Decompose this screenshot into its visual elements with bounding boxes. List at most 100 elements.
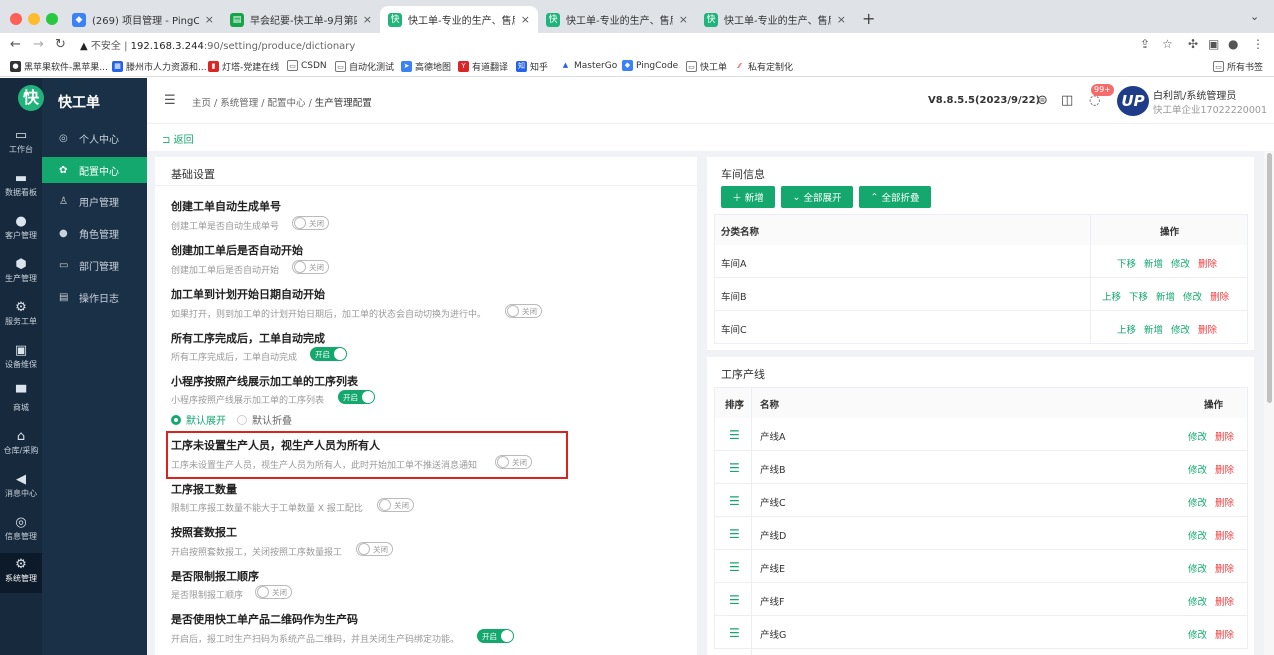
bookmark[interactable]: ▭ 自动化测试: [335, 60, 394, 73]
close-tab-icon[interactable]: ×: [521, 13, 530, 26]
delete-link[interactable]: 删除: [1210, 292, 1229, 303]
extensions-icon[interactable]: ✣: [1188, 37, 1198, 51]
nav-service-orders[interactable]: ⚙ 服务工单: [0, 300, 42, 327]
all-bookmarks[interactable]: ▭ 所有书签: [1213, 60, 1263, 73]
auto-order-number-toggle[interactable]: 关闭: [292, 216, 329, 230]
bookmark[interactable]: ▭ 快工单: [686, 60, 727, 73]
avatar[interactable]: UP: [1117, 86, 1149, 116]
edit-link[interactable]: 修改: [1188, 465, 1207, 476]
minimize-window-icon[interactable]: [28, 13, 40, 25]
plan-date-start-toggle[interactable]: 关闭: [505, 304, 542, 318]
edit-link[interactable]: 修改: [1188, 531, 1207, 542]
feedback-icon[interactable]: ⊜: [1037, 93, 1048, 108]
add-workshop-button[interactable]: ＋ 新增: [721, 186, 775, 208]
move-up-link[interactable]: 上移: [1102, 292, 1121, 303]
bookmark[interactable]: ➤ 高德地图: [401, 60, 451, 73]
nav-customers[interactable]: ● 客户管理: [0, 214, 42, 241]
radio-collapse[interactable]: 默认折叠: [237, 412, 292, 427]
delete-link[interactable]: 删除: [1198, 325, 1217, 336]
browser-tab-active[interactable]: 快 快工单-专业的生产、售后、维修 ×: [380, 6, 538, 33]
back-link[interactable]: ⊐ 返回: [162, 131, 194, 146]
nav-data-board[interactable]: ▬ 数据看板: [0, 171, 42, 198]
forward-arrow-icon[interactable]: →: [33, 37, 44, 52]
report-qty-toggle[interactable]: 关闭: [377, 498, 414, 512]
reload-icon[interactable]: ↻: [55, 37, 66, 52]
miniapp-line-toggle[interactable]: 开启: [338, 390, 375, 404]
qrcode-toggle[interactable]: 开启: [477, 629, 514, 643]
add-link[interactable]: 新增: [1144, 259, 1163, 270]
nav-messages[interactable]: ◀ 消息中心: [0, 472, 42, 499]
new-tab-icon[interactable]: +: [862, 9, 875, 28]
breadcrumb-system[interactable]: 系统管理: [220, 98, 258, 109]
more-icon[interactable]: ⋮: [1252, 37, 1264, 51]
subnav-logs[interactable]: ▤ 操作日志: [42, 284, 147, 310]
edit-link[interactable]: 修改: [1188, 630, 1207, 641]
delete-link[interactable]: 删除: [1215, 531, 1234, 542]
move-up-link[interactable]: 上移: [1117, 325, 1136, 336]
delete-link[interactable]: 删除: [1215, 432, 1234, 443]
delete-link[interactable]: 删除: [1215, 564, 1234, 575]
bookmark[interactable]: ▭ CSDN: [287, 60, 327, 71]
star-icon[interactable]: ☆: [1162, 37, 1173, 51]
profile-icon[interactable]: ●: [1228, 37, 1238, 51]
nav-production[interactable]: ⬢ 生产管理: [0, 257, 42, 284]
nav-workbench[interactable]: ▭ 工作台: [0, 128, 42, 155]
drag-handle-icon[interactable]: ☰: [729, 560, 740, 574]
expand-all-button[interactable]: ⌄ 全部展开: [781, 186, 853, 208]
subnav-config[interactable]: ✿ 配置中心: [42, 157, 147, 183]
nav-info[interactable]: ◎ 信息管理: [0, 515, 42, 542]
close-window-icon[interactable]: [10, 13, 22, 25]
close-tab-icon[interactable]: ×: [679, 13, 688, 26]
edit-link[interactable]: 修改: [1183, 292, 1202, 303]
manual-icon[interactable]: ◫: [1061, 93, 1073, 108]
all-producers-toggle[interactable]: 关闭: [495, 455, 532, 469]
delete-link[interactable]: 删除: [1215, 465, 1234, 476]
add-link[interactable]: 新增: [1156, 292, 1175, 303]
bookmark[interactable]: ◆ PingCode: [622, 60, 678, 71]
drag-handle-icon[interactable]: ☰: [729, 593, 740, 607]
move-down-link[interactable]: 下移: [1117, 259, 1136, 270]
add-link[interactable]: 新增: [1144, 325, 1163, 336]
edit-link[interactable]: 修改: [1171, 259, 1190, 270]
nav-system[interactable]: ⚙ 系统管理: [0, 553, 42, 593]
delete-link[interactable]: 删除: [1215, 498, 1234, 509]
auto-complete-toggle[interactable]: 开启: [310, 347, 347, 361]
radio-expand[interactable]: 默认展开: [171, 412, 226, 427]
bookmark[interactable]: 知知乎: [516, 60, 548, 73]
user-name[interactable]: 白利凯/系统管理员: [1153, 87, 1236, 102]
delete-link[interactable]: 删除: [1198, 259, 1217, 270]
close-tab-icon[interactable]: ×: [205, 13, 214, 26]
bookmark[interactable]: ▮ 灯塔-党建在线: [208, 60, 279, 73]
drag-handle-icon[interactable]: ☰: [729, 626, 740, 640]
nav-maintenance[interactable]: ▣ 设备维保: [0, 343, 42, 370]
url-field[interactable]: ▲ 不安全 | 192.168.3.244:90/setting/produce…: [80, 37, 355, 52]
bookmark[interactable]: ▲ MasterGo: [560, 60, 617, 71]
share-icon[interactable]: ⇪: [1140, 37, 1150, 51]
delete-link[interactable]: 删除: [1215, 630, 1234, 641]
nav-shop[interactable]: ▀ 商城: [0, 386, 42, 413]
close-tab-icon[interactable]: ×: [363, 13, 372, 26]
drag-handle-icon[interactable]: ☰: [729, 494, 740, 508]
browser-tab[interactable]: 快 快工单-专业的生产、售后、维修 ×: [538, 6, 696, 33]
subnav-personal[interactable]: ◎ 个人中心: [42, 125, 147, 151]
chevron-down-icon[interactable]: ⌄: [1250, 10, 1259, 23]
browser-tab[interactable]: ▤ 早会纪要-快工单-9月第四周 ×: [222, 6, 380, 33]
collapse-all-button[interactable]: ⌃ 全部折叠: [859, 186, 931, 208]
report-order-toggle[interactable]: 关闭: [255, 585, 292, 599]
breadcrumb-config[interactable]: 配置中心: [268, 98, 306, 109]
bookmark[interactable]: ● 黑苹果软件-黑苹果...: [10, 60, 108, 73]
bookmark[interactable]: ⁄⁄ 私有定制化: [734, 60, 793, 73]
subnav-departments[interactable]: ▭ 部门管理: [42, 252, 147, 278]
close-tab-icon[interactable]: ×: [837, 13, 846, 26]
delete-link[interactable]: 删除: [1215, 597, 1234, 608]
move-down-link[interactable]: 下移: [1129, 292, 1148, 303]
drag-handle-icon[interactable]: ☰: [729, 461, 740, 475]
page-scrollbar[interactable]: [1264, 151, 1274, 655]
edit-link[interactable]: 修改: [1188, 597, 1207, 608]
back-arrow-icon[interactable]: ←: [10, 37, 21, 52]
subnav-users[interactable]: ♙ 用户管理: [42, 188, 147, 214]
breadcrumb-home[interactable]: 主页: [192, 98, 211, 109]
edit-link[interactable]: 修改: [1188, 564, 1207, 575]
maximize-window-icon[interactable]: [46, 13, 58, 25]
browser-tab[interactable]: ◆ (269) 项目管理 - PingCode ×: [64, 6, 222, 33]
